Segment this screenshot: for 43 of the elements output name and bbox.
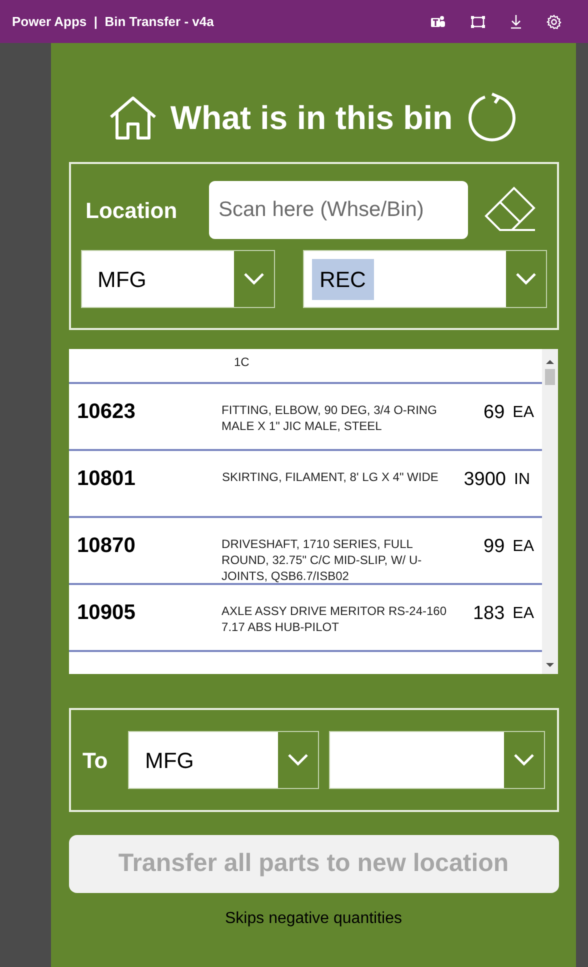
unit: IN bbox=[514, 470, 530, 490]
bin-dropdown[interactable] bbox=[329, 731, 544, 789]
scrollbar-thumb[interactable] bbox=[545, 369, 555, 385]
dropdown-value: MFG bbox=[96, 266, 148, 294]
dropdown-value: MFG bbox=[144, 746, 195, 774]
chevron-down-icon bbox=[506, 251, 546, 307]
scrollbar[interactable] bbox=[542, 349, 558, 674]
download-icon[interactable] bbox=[510, 14, 522, 29]
part-description: SKIRTING, FILAMENT, 8' LG X 4" WIDE bbox=[222, 469, 440, 486]
scan-field[interactable]: Scan here (Whse/Bin) bbox=[208, 181, 468, 239]
part-number: 10870 bbox=[77, 533, 136, 559]
fit-screen-icon[interactable] bbox=[470, 14, 486, 28]
part-description: AXLE ASSY DRIVE MERITOR RS-24-160 7.17 ABS HUB-PILOT bbox=[222, 603, 448, 636]
part-number: 10623 bbox=[77, 399, 136, 425]
teams-icon[interactable] bbox=[430, 14, 446, 28]
unit: EA bbox=[512, 403, 534, 423]
part-description: 1C bbox=[234, 355, 250, 369]
app-title: Power Apps | Bin Transfer - v4a bbox=[12, 12, 214, 31]
scroll-down-icon[interactable] bbox=[546, 662, 554, 668]
part-number: 10801 bbox=[77, 466, 136, 492]
bin-dropdown[interactable]: REC bbox=[302, 250, 546, 308]
quantity: 183 bbox=[472, 602, 505, 626]
quantity: 69 bbox=[482, 401, 505, 425]
warehouse-dropdown[interactable]: MFG bbox=[128, 731, 320, 789]
settings-icon[interactable] bbox=[546, 14, 562, 30]
part-description: FITTING, ELBOW, 90 DEG, 3/4 O-RING MALE X 1" JIC MALE, STEEL bbox=[222, 402, 438, 435]
dropdown-value: REC bbox=[312, 258, 374, 300]
chevron-down-icon bbox=[278, 732, 318, 788]
unit: EA bbox=[512, 604, 534, 624]
chevron-down-icon bbox=[234, 251, 274, 307]
scroll-up-icon[interactable] bbox=[546, 359, 554, 365]
quantity: 99 bbox=[482, 535, 505, 559]
chevron-down-icon bbox=[504, 732, 544, 788]
unit: EA bbox=[512, 537, 534, 557]
screen-title: What is in this bin bbox=[170, 98, 453, 138]
warehouse-dropdown[interactable]: MFG bbox=[80, 250, 274, 308]
location-label: Location bbox=[84, 196, 178, 224]
quantity: 3900 bbox=[462, 468, 506, 492]
note-text: Skips negative quantities bbox=[225, 909, 402, 929]
part-number: 10905 bbox=[77, 600, 136, 626]
home-icon[interactable] bbox=[108, 95, 158, 141]
part-description: DRIVESHAFT, 1710 SERIES, FULL ROUND, 32.75" C/C MID-SLIP, W/ U-JOINTS, QSB6.7/ISB02 bbox=[222, 536, 423, 583]
to-label: To bbox=[82, 746, 109, 774]
